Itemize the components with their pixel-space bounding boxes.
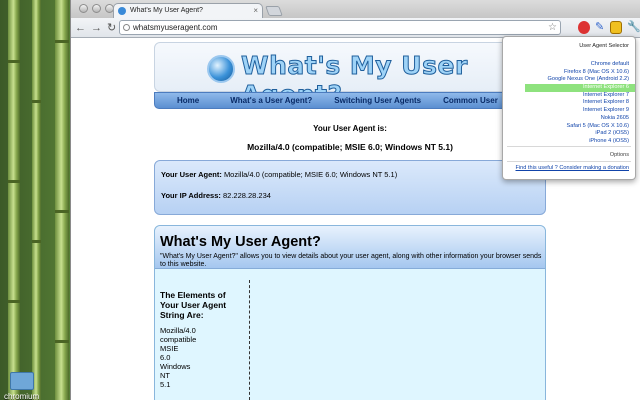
nav-switching-user-agents[interactable]: Switching User Agents xyxy=(323,96,432,105)
site-header: What's My User Agent? xyxy=(154,42,546,110)
popup-divider xyxy=(507,161,631,162)
globe-logo-icon xyxy=(207,55,235,83)
ua-option[interactable]: Internet Explorer 9 xyxy=(507,107,629,115)
list-item: NT xyxy=(160,371,170,380)
elements-list: Mozilla/4.0 compatible MSIE 6.0 Windows … xyxy=(160,326,196,389)
pen-extension-icon[interactable]: ✎ xyxy=(595,21,607,34)
list-item: MSIE xyxy=(160,344,179,353)
ua-option[interactable]: Nokia 2605 xyxy=(507,115,629,123)
ua-option[interactable]: Firefox 8 (Mac OS X 10.6) xyxy=(507,69,629,77)
user-agent-selector-popup: User Agent Selector Chrome default Firef… xyxy=(502,36,636,180)
main-title: What's My User Agent? xyxy=(160,234,321,250)
folder-icon[interactable] xyxy=(10,372,34,390)
reload-button[interactable]: ↻ xyxy=(107,21,116,35)
globe-icon xyxy=(123,24,130,31)
info-value: 82.228.28.234 xyxy=(222,191,271,200)
list-item: 5.1 xyxy=(160,380,171,389)
folder-label: chromium xyxy=(4,392,40,400)
browser-toolbar: ← → ↻ whatsmyuseragent.com ☆ ✎ 🔧 xyxy=(71,18,640,38)
list-item: 6.0 xyxy=(160,353,171,362)
nav-common-user-agents[interactable]: Common User xyxy=(432,96,509,105)
bookmark-star-icon[interactable]: ☆ xyxy=(548,21,557,34)
list-item: Windows xyxy=(160,362,191,371)
wrench-menu-icon[interactable]: 🔧 xyxy=(627,20,640,33)
adblock-extension-icon[interactable] xyxy=(578,21,590,34)
elements-heading: The Elements of Your User Agent String A… xyxy=(160,290,227,320)
ua-option[interactable]: Internet Explorer 7 xyxy=(507,92,629,100)
info-key: Your IP Address: xyxy=(161,191,221,200)
info-row-ip: Your IP Address: 82.228.28.234 xyxy=(161,191,539,200)
info-value: Mozilla/4.0 (compatible; MSIE 6.0; Windo… xyxy=(223,170,398,179)
tab-title: What's My User Agent? xyxy=(130,7,203,14)
bamboo-stalk xyxy=(32,0,41,400)
browser-window: What's My User Agent? × ← → ↻ whatsmyuse… xyxy=(70,0,640,400)
ua-option[interactable]: Google Nexus One (Android 2.2) xyxy=(507,76,629,84)
minimize-window-button[interactable] xyxy=(92,4,101,13)
popup-title: User Agent Selector xyxy=(579,43,629,49)
info-row-user-agent: Your User Agent: Mozilla/4.0 (compatible… xyxy=(161,170,539,179)
column-divider xyxy=(249,280,250,400)
main-content-box: What's My User Agent? "What's My User Ag… xyxy=(154,225,546,400)
forward-button[interactable]: → xyxy=(91,21,102,35)
nav-whats-a-user-agent[interactable]: What's a User Agent? xyxy=(219,96,323,105)
list-item: compatible xyxy=(160,335,197,344)
user-agent-extension-icon[interactable] xyxy=(610,21,622,34)
site-nav: Home What's a User Agent? Switching User… xyxy=(154,92,546,109)
ua-option[interactable]: Safari 5 (Mac OS X 10.6) xyxy=(507,123,630,131)
tab-close-icon[interactable]: × xyxy=(253,4,258,18)
back-button[interactable]: ← xyxy=(75,21,86,35)
new-tab-button[interactable] xyxy=(265,6,283,16)
user-agent-list: Chrome default Firefox 8 (Mac OS X 10.6)… xyxy=(507,61,635,146)
popup-divider xyxy=(507,146,631,147)
title-bar: What's My User Agent? × xyxy=(71,0,640,18)
address-bar[interactable]: whatsmyuseragent.com ☆ xyxy=(119,20,561,35)
info-key: Your User Agent: xyxy=(161,170,222,179)
options-link[interactable]: Options xyxy=(610,152,629,158)
main-description: "What's My User Agent?" allows you to vi… xyxy=(160,253,542,268)
close-window-button[interactable] xyxy=(79,4,88,13)
url-text: whatsmyuseragent.com xyxy=(133,23,218,32)
browser-tab[interactable]: What's My User Agent? × xyxy=(113,3,263,18)
nav-home[interactable]: Home xyxy=(155,96,219,105)
ua-option[interactable]: iPad 2 (iOS5) xyxy=(507,130,629,138)
list-item: Mozilla/4.0 xyxy=(160,326,196,335)
ua-option[interactable]: Internet Explorer 8 xyxy=(507,99,629,107)
favicon-icon xyxy=(118,7,126,15)
donation-link[interactable]: Find this useful ? Consider making a don… xyxy=(516,165,630,171)
ua-option[interactable]: Chrome default xyxy=(507,61,629,69)
ua-option[interactable]: iPhone 4 (iOS5) xyxy=(507,138,629,146)
bamboo-stalk xyxy=(8,0,20,400)
ua-option-selected[interactable]: Internet Explorer 6 xyxy=(525,84,635,92)
user-agent-label: Your User Agent is: xyxy=(313,124,387,133)
info-box: Your User Agent: Mozilla/4.0 (compatible… xyxy=(154,160,546,215)
user-agent-value: Mozilla/4.0 (compatible; MSIE 6.0; Windo… xyxy=(247,142,453,152)
main-header: What's My User Agent? "What's My User Ag… xyxy=(155,226,545,269)
bamboo-stalk xyxy=(55,0,69,400)
